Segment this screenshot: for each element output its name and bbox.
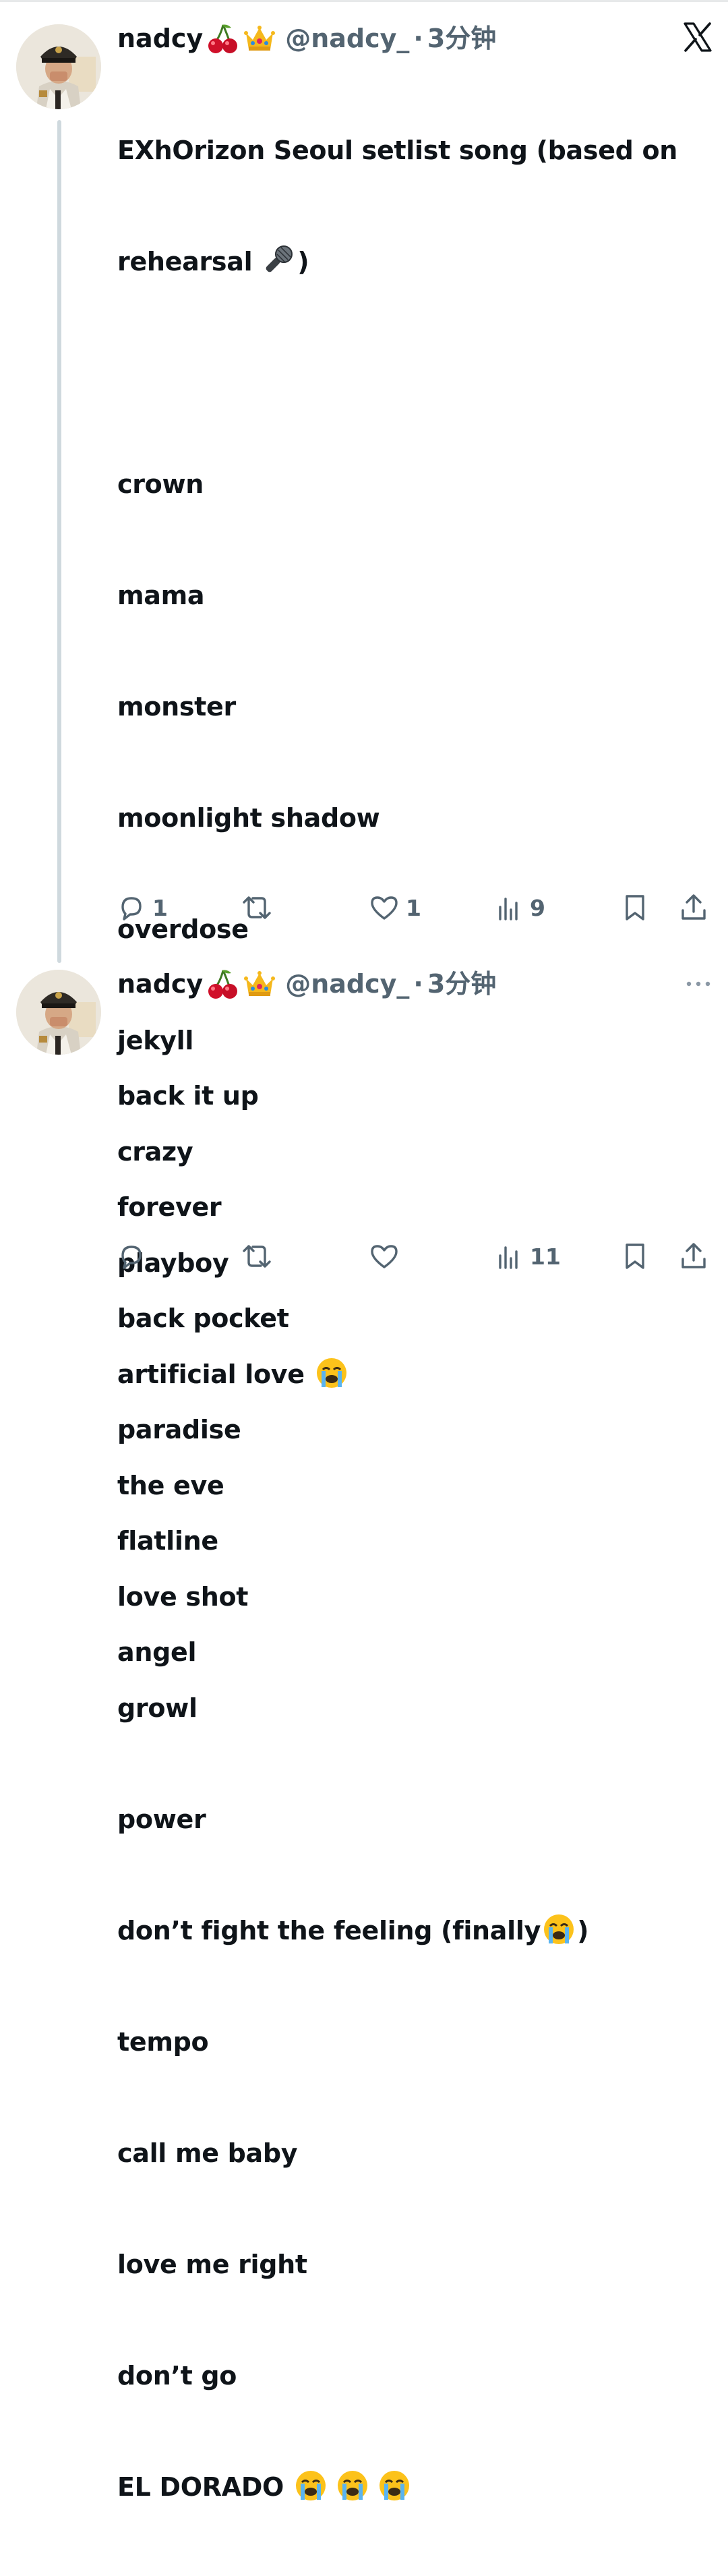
reply-icon — [121, 897, 142, 920]
bookmark-icon — [626, 895, 644, 920]
setlist-item: monster — [117, 692, 236, 722]
display-name[interactable]: nadcy — [117, 964, 203, 1003]
loudly-crying-emoji-icon — [294, 2469, 328, 2502]
retweet-button[interactable] — [241, 887, 279, 928]
more-options-button[interactable] — [684, 974, 713, 997]
setlist-item: angel — [117, 1637, 197, 1667]
tweet-body: nadcy — [117, 964, 712, 1745]
text-line: rehearsal ) — [117, 243, 712, 281]
views-button[interactable]: 9 — [496, 887, 545, 928]
bookmark-button[interactable] — [621, 887, 648, 928]
tweet-2-action-bar: 11 — [117, 1236, 717, 1277]
separator-dot: · — [413, 969, 423, 999]
setlist-item: paradise — [117, 1415, 241, 1444]
thread-connector-line — [57, 120, 61, 963]
cherries-emoji-icon — [207, 22, 239, 55]
tweet-text: back it up forever back pocket paradise … — [117, 1003, 712, 1745]
more-options-icon — [686, 981, 710, 987]
top-divider — [0, 0, 728, 2]
timestamp[interactable]: 3分钟 — [427, 19, 496, 58]
loudly-crying-emoji-icon — [336, 2469, 369, 2502]
heart-icon — [371, 896, 398, 920]
setlist-item: love me right — [117, 2250, 307, 2279]
views-button[interactable]: 11 — [496, 1236, 561, 1277]
views-count: 11 — [530, 1243, 561, 1270]
user-handle[interactable]: @nadcy_ — [285, 964, 409, 1003]
avatar[interactable] — [16, 24, 101, 109]
setlist-item: back it up — [117, 1081, 259, 1111]
views-icon — [499, 898, 518, 920]
crown-emoji-icon — [243, 968, 276, 1000]
text-line-part: don’t fight the feeling (finally — [117, 1916, 541, 1945]
user-handle[interactable]: @nadcy_ — [285, 19, 409, 58]
setlist-item: moonlight shadow — [117, 803, 380, 833]
share-icon — [681, 894, 706, 920]
like-button[interactable]: 1 — [369, 887, 421, 928]
setlist-item: flatline — [117, 1526, 218, 1556]
setlist-item: don’t go — [117, 2361, 237, 2391]
share-button[interactable] — [679, 887, 708, 928]
setlist-item: back pocket — [117, 1304, 289, 1333]
crown-emoji-icon — [243, 22, 276, 55]
reply-button[interactable] — [117, 1236, 152, 1277]
setlist-item: call me baby — [117, 2138, 298, 2168]
setlist-item: mama — [117, 581, 205, 610]
loudly-crying-emoji-icon — [542, 1912, 576, 1946]
share-icon — [681, 1243, 706, 1268]
setlist-item: don’t fight the feeling (finally) — [117, 1912, 712, 1950]
like-button[interactable] — [369, 1236, 406, 1277]
x-logo-icon[interactable] — [682, 22, 713, 55]
loudly-crying-emoji-icon — [377, 2469, 411, 2502]
separator-dot: · — [413, 24, 423, 53]
cherries-emoji-icon — [207, 968, 239, 1000]
setlist-item: forever — [117, 1192, 222, 1222]
retweet-button[interactable] — [241, 1236, 279, 1277]
reply-count: 1 — [152, 894, 168, 921]
share-button[interactable] — [679, 1236, 708, 1277]
views-count: 9 — [530, 894, 545, 921]
heart-icon — [371, 1245, 398, 1268]
bookmark-icon — [626, 1243, 644, 1269]
text-line-part: ) — [297, 247, 309, 276]
setlist-item: power — [117, 1805, 206, 1834]
text-line-part: ) — [577, 1916, 589, 1945]
microphone-emoji-icon — [262, 243, 296, 277]
tweet-header: nadcy @nadcy_ · 3分钟 — [117, 19, 712, 58]
text-line-part: rehearsal — [117, 247, 262, 276]
like-count: 1 — [406, 894, 421, 921]
setlist-item: EL DORADO — [117, 2469, 712, 2506]
views-icon — [499, 1246, 518, 1269]
text-line-part: EL DORADO — [117, 2472, 293, 2502]
retweet-icon — [243, 896, 271, 919]
bookmark-button[interactable] — [621, 1236, 648, 1277]
timestamp[interactable]: 3分钟 — [427, 964, 496, 1003]
setlist-item: crown — [117, 469, 204, 499]
reply-button[interactable]: 1 — [117, 887, 168, 928]
tweet-1-action-bar: 1 1 9 — [117, 887, 717, 928]
display-name[interactable]: nadcy — [117, 19, 203, 58]
text-line: EXhOrizon Seoul setlist song (based on — [117, 136, 678, 165]
reply-icon — [121, 1246, 142, 1269]
setlist-item: tempo — [117, 2027, 209, 2057]
avatar[interactable] — [16, 970, 101, 1055]
retweet-icon — [243, 1245, 271, 1268]
tweet-header: nadcy @nadcy_ · 3分钟 — [117, 964, 712, 1003]
